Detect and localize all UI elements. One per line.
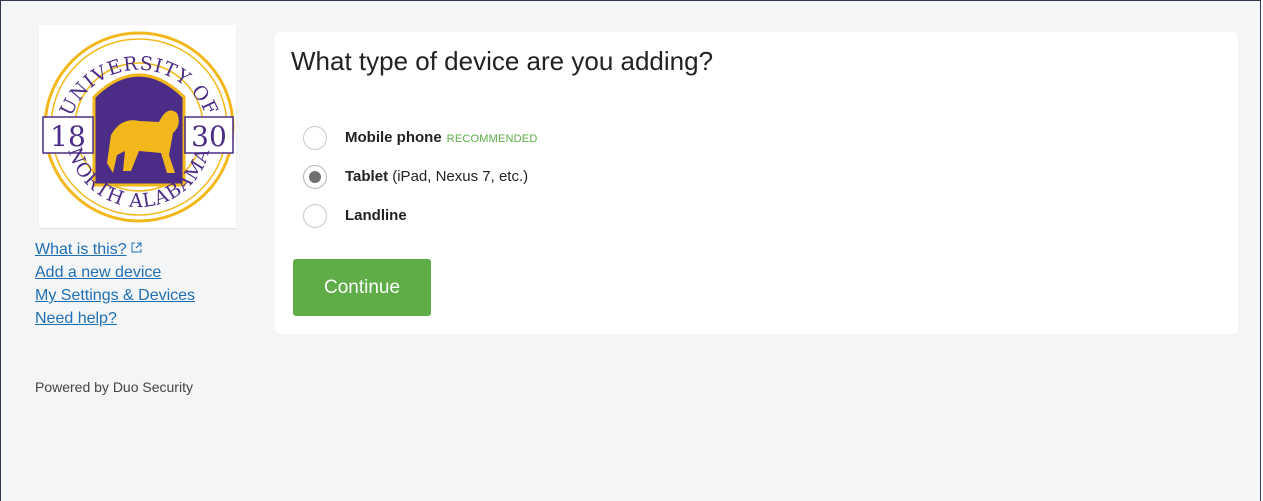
landline-label: Landline [345, 207, 407, 224]
mobile-phone-label: Mobile phone RECOMMENDED [345, 129, 537, 146]
settings-devices-link[interactable]: My Settings & Devices [35, 284, 195, 307]
landline-radio[interactable] [303, 203, 327, 228]
continue-button[interactable]: Continue [293, 259, 431, 316]
page-title: What type of device are you adding? [291, 46, 714, 76]
option-mobile-phone[interactable]: Mobile phone RECOMMENDED [303, 118, 537, 157]
sidebar-links: What is this? Add a new device My Settin… [35, 237, 195, 330]
need-help-link[interactable]: Need help? [35, 307, 195, 330]
add-device-link[interactable]: Add a new device [35, 261, 195, 284]
duo-prompt-frame: 18 30 UNIVERSITY OF NORTH ALABAMA What i… [0, 0, 1261, 501]
what-is-this-label: What is this? [35, 241, 127, 258]
university-seal-icon: 18 30 UNIVERSITY OF NORTH ALABAMA [42, 31, 235, 223]
powered-by-text: Powered by Duo Security [35, 379, 193, 395]
external-link-icon [131, 237, 142, 260]
landline-title: Landline [345, 207, 407, 224]
tablet-title: Tablet [345, 168, 389, 185]
device-type-card: What type of device are you adding? Mobi… [275, 32, 1238, 334]
option-tablet[interactable]: Tablet (iPad, Nexus 7, etc.) [303, 157, 537, 196]
university-logo: 18 30 UNIVERSITY OF NORTH ALABAMA [39, 25, 236, 228]
mobile-phone-title: Mobile phone [345, 129, 442, 146]
mobile-phone-radio[interactable] [303, 125, 327, 150]
device-options: Mobile phone RECOMMENDED Tablet (iPad, Ne… [303, 118, 537, 235]
tablet-radio[interactable] [303, 164, 327, 189]
recommended-badge: RECOMMENDED [446, 133, 538, 145]
tablet-detail: (iPad, Nexus 7, etc.) [392, 168, 529, 185]
option-landline[interactable]: Landline [303, 196, 537, 235]
what-is-this-link[interactable]: What is this? [35, 237, 195, 261]
tablet-label: Tablet (iPad, Nexus 7, etc.) [345, 168, 528, 185]
